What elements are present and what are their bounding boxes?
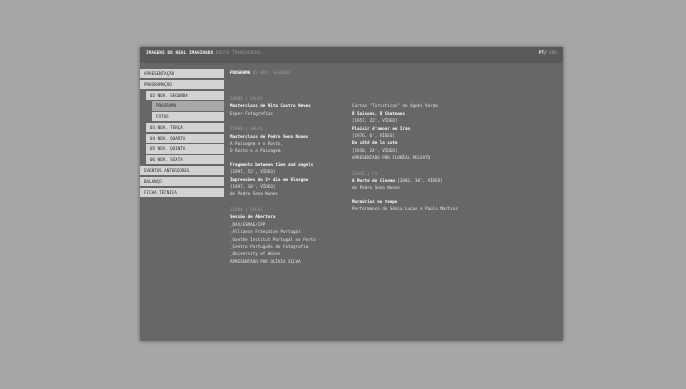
nav-item-eventos-anteriores[interactable]: EVENTOS ANTERIORES — [140, 166, 224, 176]
nav-item-balanco[interactable]: BALANÇO — [140, 176, 224, 186]
program-column-right: Curtas "Turísticas" de Agnès Varda Ô Sai… — [352, 93, 552, 213]
page-title: PROGRAMA 02 NOV. SEGUNDA — [230, 69, 555, 76]
nav-item-05-nov-quinta[interactable]: 05 NOV. QUINTA — [146, 144, 224, 154]
nav-item-ficha-tecnica[interactable]: FICHA TÉCNICA — [140, 187, 224, 197]
event-detail: A Paisagem e o Rosto, — [230, 141, 283, 147]
nav-item-04-nov-quarta[interactable]: 04 NOV. QUARTA — [146, 133, 224, 143]
film-detail: [2002, 30', VÍDEO] — [397, 178, 443, 184]
event-time: 21H00 | SALA1 — [230, 206, 263, 212]
film-detail: [1958, 24', VÍDEO] — [352, 147, 398, 153]
event-detail: O Rosto e a Paisagem — [230, 148, 281, 154]
event-title: Murmúrios no tempo — [352, 198, 398, 204]
nav-item-programa[interactable]: PROGRAMA — [152, 101, 224, 111]
partner-item: _University of Wales — [230, 251, 281, 257]
site-window: IMAGENS DO REAL IMAGINADO DOUTO TRANSVER… — [140, 47, 563, 341]
nav-item-03-nov-terca[interactable]: 03 NOV. TERÇA — [146, 122, 224, 133]
presenter-line: APRESENTADO POR OLÍVIA SILVA — [230, 258, 301, 264]
partner-item: _Centro Português de Fotografia — [230, 243, 309, 249]
partner-item: _Goethe Institut Portugal no Porto — [230, 236, 316, 242]
nav-item-06-nov-sexta[interactable]: 06 NOV. SEXTA — [146, 155, 224, 165]
event-time: 10H00 | SALA1 — [230, 96, 263, 101]
film-title: Fragments between time and angels — [230, 161, 314, 167]
film-title: Du côté de la cote — [352, 140, 398, 146]
nav-item-fotos[interactable]: FOTOS — [152, 112, 224, 122]
sidebar-nav: APRESENTAÇÃO PROGRAMAÇÃO 02 NOV. SEGUNDA… — [140, 69, 224, 198]
nav-item-apresentacao[interactable]: APRESENTAÇÃO — [140, 69, 224, 79]
event-title: Masterclass de Pedro Sena Nunes — [230, 133, 309, 139]
partner-item: _DAV/ESMAE/IPP — [230, 221, 266, 227]
nav-item-programacao[interactable]: PROGRAMAÇÃO — [140, 79, 224, 89]
spacer-time — [352, 95, 552, 102]
nav-item-02-nov-segunda[interactable]: 02 NOV. SEGUNDA — [146, 90, 224, 100]
film-detail: [1976, 6', VÍDEO] — [352, 133, 395, 139]
film-line: A Morte do Cinema [2002, 30', VÍDEO] — [352, 177, 552, 184]
event-title: Masterclass de Rita Castro Neves — [230, 103, 311, 109]
main-content: PROGRAMA 02 NOV. SEGUNDA 10H00 | SALA1 M… — [230, 69, 555, 264]
event-title: Sessão de Abertura — [230, 214, 276, 220]
lang-separator: / — [544, 51, 547, 56]
film-title: Impressões do 3º dia em Glasgow — [230, 176, 309, 182]
site-title-sub: DOUTO TRANSVERSAL — [215, 51, 262, 56]
header-bar: IMAGENS DO REAL IMAGINADO DOUTO TRANSVER… — [140, 47, 563, 63]
film-title: Plaisir d'amour en Iran — [352, 125, 410, 131]
page-title-main: PROGRAMA — [230, 70, 251, 75]
film-director: de Pedro Sena Nunes — [230, 191, 278, 197]
lang-eng-link[interactable]: ENG — [549, 51, 557, 56]
presenter-line: APRESENTADO POR FLORÊAL PELEATO — [352, 155, 431, 161]
event-time: 15H00 | SALA1 — [230, 126, 263, 132]
film-detail: [1997, 52', VÍDEO] — [230, 169, 276, 175]
film-detail: [1957, 22', VÍDEO] — [352, 118, 398, 124]
film-detail: [1997, 10', VÍDEO] — [230, 184, 276, 190]
site-title-main: IMAGENS DO REAL IMAGINADO — [146, 51, 214, 56]
film-title: A Morte do Cinema — [352, 178, 395, 184]
event-time: 22H30 | P3 — [352, 170, 378, 176]
event-detail: Performance de Sónia Lucas e Paulo Marti… — [352, 206, 458, 212]
partner-item: _Alliance Française Portugal — [230, 229, 301, 235]
language-switcher: PT/ ENG — [539, 51, 557, 56]
session-label: Curtas "Turísticas" de Agnès Varda — [352, 103, 438, 109]
page-title-date: 02 NOV. SEGUNDA — [252, 70, 291, 75]
site-title[interactable]: IMAGENS DO REAL IMAGINADO DOUTO TRANSVER… — [146, 51, 262, 56]
film-title: Ô Saisons, Ô Chateaux — [352, 110, 405, 116]
program-column-left: 10H00 | SALA1 Masterclass de Rita Castro… — [230, 93, 348, 265]
event-detail: Esper Fotografias — [230, 110, 273, 116]
film-director: de Pedro Sena Nunes — [352, 185, 400, 191]
